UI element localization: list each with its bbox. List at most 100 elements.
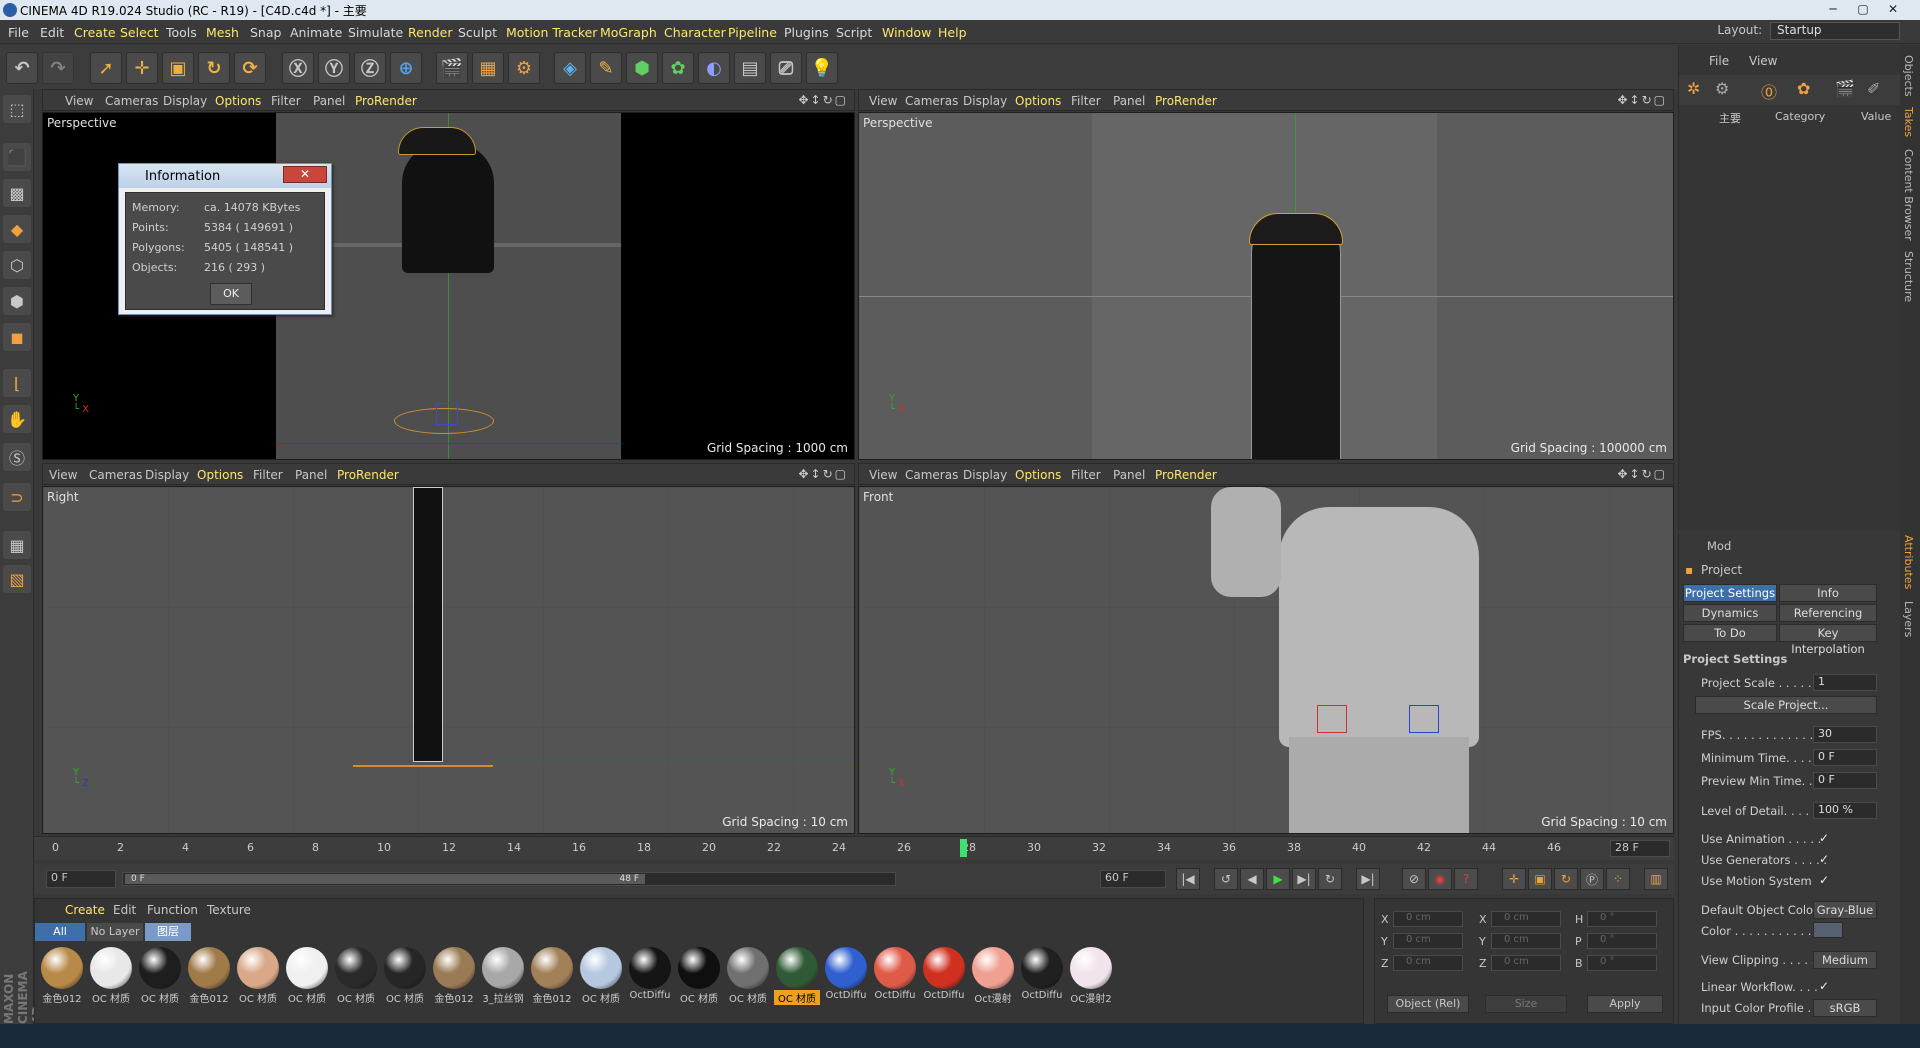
vp1-display[interactable]: Display: [163, 94, 207, 108]
objects-tool-4-icon[interactable]: ✿: [1797, 79, 1810, 98]
subdivision-icon[interactable]: ⬢: [626, 52, 658, 84]
model-mode-icon[interactable]: ⬛: [3, 143, 31, 171]
menu-render[interactable]: Render: [408, 25, 453, 40]
material-item[interactable]: 金色012: [529, 947, 575, 1005]
viewport-perspective-2[interactable]: Perspective Grid Spacing : 100000 cm Y └ …: [858, 112, 1674, 460]
select-tool-icon[interactable]: ➚: [90, 52, 122, 84]
objects-tool-6-icon[interactable]: ✐: [1867, 79, 1880, 98]
vp2-panel[interactable]: Panel: [1113, 94, 1145, 108]
attr-project-scale-field[interactable]: 1: [1813, 674, 1877, 691]
attr-input-profile-dropdown[interactable]: sRGB: [1813, 999, 1877, 1017]
lock-workplane-icon[interactable]: ▦: [3, 531, 31, 559]
material-item[interactable]: OctDiffu: [921, 947, 967, 1001]
attr-linear-workflow-checkbox[interactable]: ✓: [1819, 979, 1829, 993]
autokey-icon[interactable]: ?: [1454, 868, 1478, 890]
menu-sculpt[interactable]: Sculpt: [458, 25, 497, 40]
material-item[interactable]: OC 材质: [774, 947, 820, 1005]
material-item[interactable]: OC 材质: [235, 947, 281, 1005]
vp3-cameras[interactable]: Cameras: [89, 468, 142, 482]
menu-file[interactable]: File: [8, 25, 29, 40]
mat-tab-layer[interactable]: 图层: [145, 923, 191, 941]
y-axis-lock-icon[interactable]: Ⓨ: [318, 52, 350, 84]
maximize-button[interactable]: ▢: [1850, 0, 1876, 18]
menu-plugins[interactable]: Plugins: [784, 25, 829, 40]
coordinate-system-icon[interactable]: ⊕: [390, 52, 422, 84]
menu-select[interactable]: Select: [120, 25, 159, 40]
coord-rot-b[interactable]: 0 °: [1587, 955, 1657, 971]
close-button[interactable]: ✕: [1880, 0, 1906, 18]
material-item[interactable]: OctDiffu: [823, 947, 869, 1001]
layout-value[interactable]: Startup: [1770, 22, 1900, 40]
record-icon[interactable]: ◉: [1428, 868, 1452, 890]
objects-menu-file[interactable]: File: [1709, 54, 1729, 68]
vp4-prorender[interactable]: ProRender: [1155, 468, 1217, 482]
render-to-picture-viewer-icon[interactable]: ▦: [472, 52, 504, 84]
vp3-panel[interactable]: Panel: [295, 468, 327, 482]
goto-start-icon[interactable]: |◀: [1176, 868, 1200, 890]
coord-rot-p[interactable]: 0 °: [1587, 933, 1657, 949]
material-item[interactable]: OC漫射2: [1068, 947, 1114, 1005]
vp1-view[interactable]: View: [65, 94, 93, 108]
z-axis-lock-icon[interactable]: Ⓩ: [354, 52, 386, 84]
attr-use-animation-checkbox[interactable]: ✓: [1819, 831, 1829, 845]
vp4-view[interactable]: View: [869, 468, 897, 482]
scale-tool-icon[interactable]: ▣: [162, 52, 194, 84]
vp1-filter[interactable]: Filter: [271, 94, 301, 108]
move-tool-icon[interactable]: ✛: [126, 52, 158, 84]
vp4-display[interactable]: Display: [963, 468, 1007, 482]
side-tab-structure[interactable]: Structure: [1902, 251, 1915, 302]
key-scale-icon[interactable]: ▣: [1528, 868, 1552, 890]
menu-character[interactable]: Character: [664, 25, 726, 40]
vp4-nav-icons[interactable]: ✥↕↻▢: [1617, 467, 1667, 481]
scale-project-button[interactable]: Scale Project...: [1695, 696, 1877, 714]
material-item[interactable]: OC 材质: [578, 947, 624, 1005]
vp1-panel[interactable]: Panel: [313, 94, 345, 108]
attr-lod-field[interactable]: 100 %: [1813, 802, 1877, 819]
attr-default-color-dropdown[interactable]: Gray-Blue: [1813, 901, 1877, 919]
material-item[interactable]: 金色012: [39, 947, 85, 1005]
keyframe-icon[interactable]: ⊘: [1402, 868, 1426, 890]
coord-size-x[interactable]: 0 cm: [1491, 911, 1561, 927]
material-item[interactable]: OC 材质: [137, 947, 183, 1005]
side-tab-layers[interactable]: Layers: [1902, 601, 1915, 637]
mat-menu-function[interactable]: Function: [147, 903, 198, 917]
attr-use-motion-checkbox[interactable]: ✓: [1819, 873, 1829, 887]
viewport-front[interactable]: Front Grid Spacing : 10 cm Y └ X: [858, 486, 1674, 834]
material-item[interactable]: OC 材质: [382, 947, 428, 1005]
vp2-prorender[interactable]: ProRender: [1155, 94, 1217, 108]
mat-menu-texture[interactable]: Texture: [207, 903, 251, 917]
vp2-nav-icons[interactable]: ✥↕↻▢: [1617, 93, 1667, 107]
menu-simulate[interactable]: Simulate: [348, 25, 403, 40]
snap-icon[interactable]: Ⓢ: [3, 443, 31, 471]
coord-pos-z[interactable]: 0 cm: [1393, 955, 1463, 971]
objects-menu-view[interactable]: View: [1749, 54, 1777, 68]
info-ok-button[interactable]: OK: [210, 283, 252, 305]
attr-tab-dynamics[interactable]: Dynamics: [1683, 604, 1777, 622]
timeline-window-icon[interactable]: ▥: [1644, 868, 1668, 890]
cube-object-icon[interactable]: ◈: [554, 52, 586, 84]
material-item[interactable]: OctDiffu: [627, 947, 673, 1001]
mograph-cloner-icon[interactable]: ✿: [662, 52, 694, 84]
polygons-mode-icon[interactable]: ◼: [3, 323, 31, 351]
vp4-panel[interactable]: Panel: [1113, 468, 1145, 482]
deformer-icon[interactable]: ◐: [698, 52, 730, 84]
key-param-icon[interactable]: Ⓟ: [1580, 868, 1604, 890]
attr-view-clipping-dropdown[interactable]: Medium: [1813, 951, 1877, 969]
goto-end-icon[interactable]: ▶|: [1356, 868, 1380, 890]
menu-motion-tracker[interactable]: Motion Tracker: [506, 25, 597, 40]
coord-size-dropdown[interactable]: Size: [1485, 995, 1567, 1013]
vp2-filter[interactable]: Filter: [1071, 94, 1101, 108]
attr-min-time-field[interactable]: 0 F: [1813, 749, 1877, 766]
vp2-options[interactable]: Options: [1015, 94, 1061, 108]
key-position-icon[interactable]: ✛: [1502, 868, 1526, 890]
mat-tab-all[interactable]: All: [35, 923, 85, 941]
coord-rot-h[interactable]: 0 °: [1587, 911, 1657, 927]
vp4-options[interactable]: Options: [1015, 468, 1061, 482]
attr-mode-menu[interactable]: Mod: [1707, 539, 1731, 553]
coord-mode-dropdown[interactable]: Object (Rel): [1387, 995, 1469, 1013]
next-frame-icon[interactable]: ▶|: [1292, 868, 1316, 890]
playhead[interactable]: [960, 839, 967, 857]
attr-color-swatch[interactable]: [1813, 922, 1843, 938]
menu-create[interactable]: Create: [74, 25, 116, 40]
material-item[interactable]: 金色012: [186, 947, 232, 1005]
